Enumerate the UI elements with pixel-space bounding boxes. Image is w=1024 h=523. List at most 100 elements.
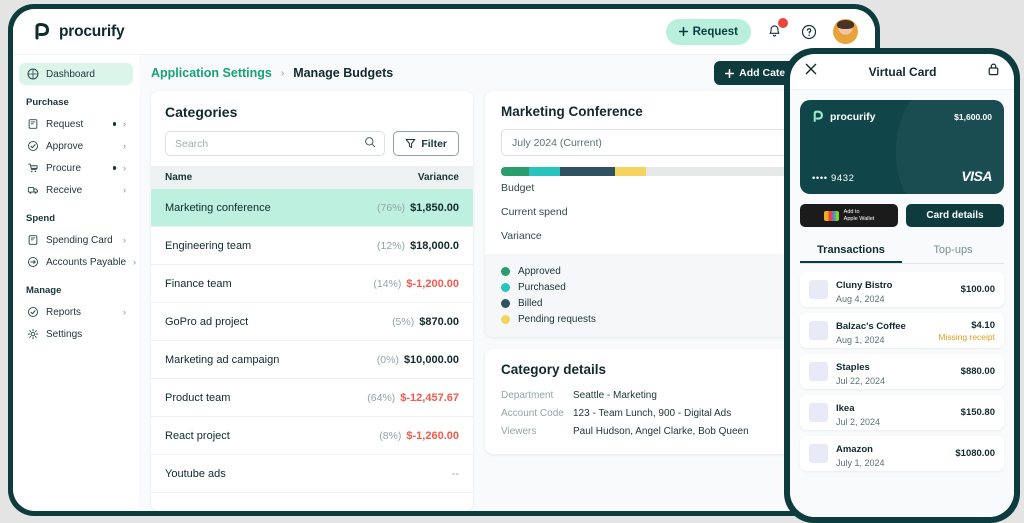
merchant-icon xyxy=(809,280,828,299)
table-row[interactable]: React project (8%) $-1,260.00 xyxy=(151,417,473,455)
app-logo[interactable]: procurify xyxy=(33,22,125,41)
table-row[interactable]: Finance team (14%) $-1,200.00 xyxy=(151,265,473,303)
transaction-item[interactable]: Ikea Jul 2, 2024 $150.80 xyxy=(800,395,1004,430)
transaction-item[interactable]: Staples Jul 22, 2024 $880.00 xyxy=(800,354,1004,389)
browser-window: procurify Request Dashboard Purchase Req… xyxy=(8,4,880,516)
phone-tabs: Transactions Top-ups xyxy=(800,237,1004,264)
table-row[interactable]: Marketing conference (76%) $1,850.00 xyxy=(151,189,473,227)
breadcrumb-parent[interactable]: Application Settings xyxy=(151,66,272,80)
filter-button[interactable]: Filter xyxy=(393,131,459,156)
table-row[interactable]: Product team (64%) $-12,457.67 xyxy=(151,379,473,417)
visa-logo: VISA xyxy=(961,168,992,184)
sidebar-item-label: Procure xyxy=(46,162,82,174)
help-icon[interactable] xyxy=(798,21,819,42)
sidebar-item-approve[interactable]: Approve › xyxy=(19,135,133,157)
variance-percent: (76%) xyxy=(377,201,406,214)
card-brand: procurify xyxy=(812,110,876,123)
sidebar-item-procure[interactable]: Procure › xyxy=(19,157,133,179)
merchant-name: Balzac's Coffee xyxy=(836,321,906,332)
table-row[interactable]: GoPro ad project (5%) $870.00 xyxy=(151,303,473,341)
merchant-icon xyxy=(809,444,828,463)
dashboard-icon xyxy=(26,68,39,81)
sidebar-section-spend: Spend xyxy=(26,213,56,224)
stat-label: Variance xyxy=(501,230,542,242)
legend-label: Approved xyxy=(518,265,561,277)
table-row[interactable]: Marketing ad campaign (0%) $10,000.00 xyxy=(151,341,473,379)
sidebar-section-purchase: Purchase xyxy=(26,97,69,108)
sidebar-item-accounts-payable[interactable]: Accounts Payable › xyxy=(19,251,136,273)
transaction-amount: $100.00 xyxy=(960,284,995,295)
variance-percent: (5%) xyxy=(392,315,415,328)
close-icon[interactable] xyxy=(804,62,818,81)
search-input-wrapper[interactable] xyxy=(165,131,386,156)
variance-percent: (14%) xyxy=(373,277,402,290)
transaction-amount-group: $100.00 xyxy=(961,284,995,295)
transaction-item[interactable]: Amazon July 1, 2024 $1080.00 xyxy=(800,436,1004,471)
category-name: Product team xyxy=(165,391,231,404)
bell-icon[interactable] xyxy=(764,18,788,42)
sidebar-item-reports[interactable]: Reports › xyxy=(19,301,133,323)
search-input[interactable] xyxy=(166,132,385,155)
sidebar-item-request[interactable]: Request › xyxy=(19,113,133,135)
phone-header: Virtual Card xyxy=(790,54,1014,90)
plus-icon xyxy=(678,27,688,36)
detail-key: Department xyxy=(501,389,554,401)
search-icon[interactable] xyxy=(364,135,376,153)
sidebar-item-label: Accounts Payable xyxy=(46,256,127,268)
merchant-name: Amazon xyxy=(836,444,873,455)
breadcrumb: Application Settings › Manage Budgets Ad… xyxy=(139,55,875,91)
card-details-button[interactable]: Card details xyxy=(906,204,1004,227)
phone-body: procurify $1,600.00 •••• 9432 VISA Add t… xyxy=(790,90,1014,517)
tab-transactions[interactable]: Transactions xyxy=(800,237,902,263)
chevron-right-icon: › xyxy=(123,235,126,245)
card-balance: $1,600.00 xyxy=(954,111,992,122)
category-name: React project xyxy=(165,429,230,442)
avatar[interactable] xyxy=(832,18,859,45)
transaction-item[interactable]: Cluny Bistro Aug 4, 2024 $100.00 xyxy=(800,272,1004,307)
sidebar-item-receive[interactable]: Receive › xyxy=(19,179,133,201)
sidebar-item-spending-card[interactable]: Spending Card › xyxy=(19,229,133,251)
categories-search-row: Filter xyxy=(151,120,473,166)
add-to-apple-wallet-button[interactable]: Add to Apple Wallet xyxy=(800,204,898,227)
receive-icon xyxy=(26,184,39,197)
request-button[interactable]: Request xyxy=(665,18,751,45)
sidebar: Dashboard Purchase Request › Approve › Procur… xyxy=(13,55,139,511)
categories-table-body: Marketing conference (76%) $1,850.00 Engine… xyxy=(151,189,473,493)
column-header-name: Name xyxy=(165,172,193,183)
transaction-list: Cluny Bistro Aug 4, 2024 $100.00 Balzac's C… xyxy=(800,272,1004,471)
tab-top-ups[interactable]: Top-ups xyxy=(902,237,1004,263)
chevron-right-icon: › xyxy=(123,185,126,195)
table-row[interactable]: Engineering team (12%) $18,000.0 xyxy=(151,227,473,265)
transaction-info: Cluny Bistro Aug 4, 2024 xyxy=(836,275,953,304)
wallet-line2: Apple Wallet xyxy=(843,215,875,222)
transaction-item[interactable]: Balzac's Coffee Aug 1, 2024 $4.10 Missing r… xyxy=(800,313,1004,348)
categories-title: Categories xyxy=(165,104,238,120)
lock-icon[interactable] xyxy=(987,62,1000,81)
variance-percent: (64%) xyxy=(367,391,396,404)
sidebar-item-dashboard[interactable]: Dashboard xyxy=(19,63,133,85)
wallet-button-label: Add to Apple Wallet xyxy=(844,209,875,222)
variance-cell: (64%) $-12,457.67 xyxy=(367,392,459,404)
variance-cell: (8%) $-1,260.00 xyxy=(379,430,459,442)
variance-cell: (76%) $1,850.00 xyxy=(377,202,459,214)
progress-segment-purchased xyxy=(528,167,560,176)
merchant-icon xyxy=(809,362,828,381)
category-name: Youtube ads xyxy=(165,467,226,480)
sidebar-item-settings[interactable]: Settings xyxy=(19,323,133,345)
virtual-card[interactable]: procurify $1,600.00 •••• 9432 VISA xyxy=(800,100,1004,194)
sidebar-item-dashboard-label: Dashboard xyxy=(46,68,95,80)
virtual-card-phone: Virtual Card procurify $1,600.00 •••• 94… xyxy=(784,48,1020,523)
sidebar-item-label: Receive xyxy=(46,184,83,196)
top-bar-actions: Request xyxy=(665,18,859,45)
categories-table-header: Name Variance xyxy=(151,166,473,189)
card-number: •••• 9432 xyxy=(812,173,855,184)
variance-cell: (0%) $10,000.00 xyxy=(377,354,459,366)
variance-percent: (8%) xyxy=(379,429,402,442)
variance-cell: (12%) $18,000.0 xyxy=(377,240,459,252)
card-action-buttons: Add to Apple Wallet Card details xyxy=(800,204,1004,227)
transaction-amount-group: $1080.00 xyxy=(955,448,995,459)
column-header-variance: Variance xyxy=(417,172,459,183)
table-row[interactable]: Youtube ads -- xyxy=(151,455,473,493)
sidebar-item-label: Reports xyxy=(46,306,82,318)
sidebar-sections: Purchase Request › Approve › Procure › Receive ›… xyxy=(13,97,139,345)
